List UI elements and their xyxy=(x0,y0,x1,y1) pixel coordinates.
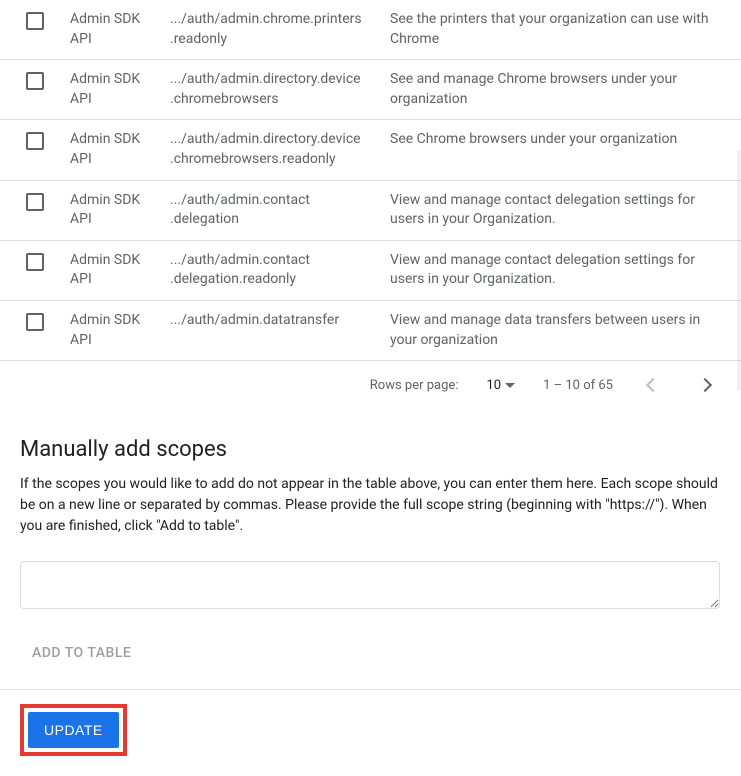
scopes-textarea[interactable] xyxy=(20,561,720,609)
scopes-table: Admin SDK API .../auth/admin.chrome.prin… xyxy=(0,0,741,361)
row-checkbox[interactable] xyxy=(26,193,44,211)
desc-cell: See the printers that your organization … xyxy=(390,10,741,49)
desc-cell: See and manage Chrome browsers under you… xyxy=(390,70,741,109)
pagination: Rows per page: 10 1 – 10 of 65 xyxy=(0,361,741,409)
desc-cell: View and manage contact delegation setti… xyxy=(390,191,741,230)
desc-cell: View and manage contact delegation setti… xyxy=(390,251,741,290)
row-checkbox[interactable] xyxy=(26,72,44,90)
scope-cell: .../auth/admin.directory.device .chromeb… xyxy=(170,130,390,169)
row-checkbox[interactable] xyxy=(26,253,44,271)
manual-add-section: Manually add scopes If the scopes you wo… xyxy=(0,437,741,669)
rows-per-page-label: Rows per page: xyxy=(370,378,459,393)
api-cell: Admin SDK API xyxy=(70,311,170,350)
rows-per-page-value: 10 xyxy=(486,378,501,393)
caret-down-icon xyxy=(505,383,515,388)
footer: UPDATE xyxy=(0,690,741,776)
desc-cell: See Chrome browsers under your organizat… xyxy=(390,130,741,150)
table-row: Admin SDK API .../auth/admin.directory.d… xyxy=(0,60,741,120)
scrollbar[interactable] xyxy=(737,150,741,390)
chevron-left-icon xyxy=(646,378,660,392)
next-page-button[interactable] xyxy=(693,373,717,397)
scope-cell: .../auth/admin.chrome.printers .readonly xyxy=(170,10,390,49)
row-checkbox[interactable] xyxy=(26,313,44,331)
api-cell: Admin SDK API xyxy=(70,70,170,109)
table-row: Admin SDK API .../auth/admin.contact .de… xyxy=(0,181,741,241)
scope-cell: .../auth/admin.directory.device .chromeb… xyxy=(170,70,390,109)
scope-cell: .../auth/admin.contact .delegation xyxy=(170,191,390,230)
api-cell: Admin SDK API xyxy=(70,191,170,230)
desc-cell: View and manage data transfers between u… xyxy=(390,311,741,350)
add-to-table-button[interactable]: ADD TO TABLE xyxy=(20,637,721,669)
scope-cell: .../auth/admin.datatransfer xyxy=(170,311,390,331)
table-row: Admin SDK API .../auth/admin.datatransfe… xyxy=(0,301,741,361)
table-row: Admin SDK API .../auth/admin.contact .de… xyxy=(0,241,741,301)
pagination-range: 1 – 10 of 65 xyxy=(543,378,613,393)
rows-per-page-select[interactable]: 10 xyxy=(486,378,515,393)
manual-description: If the scopes you would like to add do n… xyxy=(20,474,721,537)
table-row: Admin SDK API .../auth/admin.directory.d… xyxy=(0,120,741,180)
prev-page-button[interactable] xyxy=(641,373,665,397)
row-checkbox[interactable] xyxy=(26,132,44,150)
highlight-annotation: UPDATE xyxy=(20,704,127,756)
api-cell: Admin SDK API xyxy=(70,10,170,49)
row-checkbox[interactable] xyxy=(26,12,44,30)
api-cell: Admin SDK API xyxy=(70,130,170,169)
table-row: Admin SDK API .../auth/admin.chrome.prin… xyxy=(0,0,741,60)
scope-cell: .../auth/admin.contact .delegation.reado… xyxy=(170,251,390,290)
api-cell: Admin SDK API xyxy=(70,251,170,290)
update-button[interactable]: UPDATE xyxy=(28,712,119,748)
manual-heading: Manually add scopes xyxy=(20,437,721,462)
chevron-right-icon xyxy=(698,378,712,392)
